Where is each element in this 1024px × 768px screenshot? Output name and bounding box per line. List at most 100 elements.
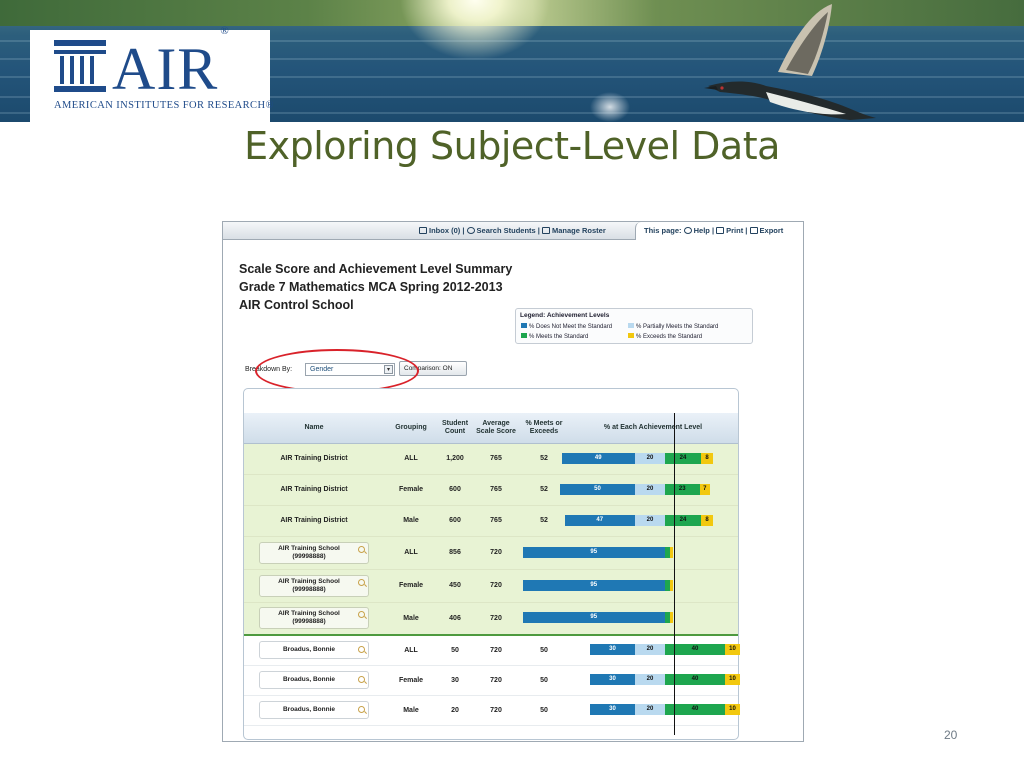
col-grouping[interactable]: Grouping [384, 413, 438, 444]
row-student-count: 1,200 [438, 443, 472, 475]
level-bar-dn: 95 [522, 612, 665, 624]
row-pct-meets: 52 [520, 505, 568, 537]
row-grouping: ALL [384, 635, 438, 666]
row-level-bars: 49 20 24 8 [561, 443, 738, 475]
row-student-count: 856 [438, 536, 472, 570]
print-icon [716, 227, 725, 234]
row-grouping: Male [384, 505, 438, 537]
row-name-cell: Broadus, Bonnie [244, 665, 384, 696]
light-flare [590, 92, 630, 122]
row-level-bars: 95 [522, 602, 738, 636]
row-average-score: 765 [472, 474, 520, 506]
row-student-count: 30 [438, 665, 472, 696]
help-link[interactable]: Help | [683, 226, 714, 235]
achievement-legend: Legend: Achievement Levels % Does Not Me… [515, 308, 753, 344]
export-link[interactable]: Export [749, 226, 783, 235]
row-level-bars: 95 [522, 569, 738, 603]
row-average-score: 765 [472, 505, 520, 537]
magnifier-icon[interactable] [358, 676, 365, 683]
table-row[interactable]: Broadus, Bonnie ALL 50 720 50 30 20 40 10 [244, 635, 740, 666]
table-row[interactable]: AIR Training School(99998888)ALL85672059… [244, 536, 738, 570]
export-icon [749, 227, 758, 234]
magnifier-icon[interactable] [358, 545, 365, 553]
row-name: AIR Training School [278, 544, 340, 552]
col-student-count[interactable]: Student Count [438, 413, 472, 444]
row-average-score: 720 [472, 569, 520, 603]
row-name: AIR Training District [280, 455, 348, 462]
table-row[interactable]: AIR Training District Female 600 765 52 50 20 2… [244, 474, 738, 506]
level-bar-ex: 10 [725, 674, 740, 685]
table-row[interactable]: AIR Training District ALL 1,200 765 52 49 20 24… [244, 443, 738, 475]
highlight-oval [255, 349, 419, 393]
row-student-count: 50 [438, 635, 472, 666]
row-student-count: 600 [438, 505, 472, 537]
row-average-score: 720 [472, 635, 520, 666]
legend-meets: % Meets the Standard [521, 333, 588, 340]
row-name-link[interactable]: AIR Training School (99998888) [259, 574, 369, 597]
summary-table: Name Grouping Student Count Average Scal… [244, 413, 740, 726]
search-students-link[interactable]: Search Students | [466, 226, 540, 235]
page-number: 20 [944, 728, 958, 742]
row-grouping: Female [384, 569, 438, 603]
standard-axis-line [674, 413, 675, 735]
header-banner: AIR® AMERICAN INSTITUTES FOR RESEARCH® [0, 0, 1024, 122]
row-name-link[interactable]: Broadus, Bonnie [259, 671, 369, 689]
row-name-cell: AIR Training School (99998888) [244, 602, 384, 636]
row-name-id: (99998888) [292, 552, 326, 560]
row-student-count: 600 [438, 474, 472, 506]
sun-glare [400, 0, 550, 60]
table-row[interactable]: AIR Training School(99998888)Male4067205… [244, 602, 738, 636]
table-row[interactable]: AIR Training District Male 600 765 52 47 20 24 8 [244, 505, 738, 537]
row-level-bars: 30 20 40 10 [568, 635, 740, 666]
row-level-bars: 47 20 24 8 [564, 505, 738, 537]
level-bar-dn: 50 [560, 483, 635, 495]
level-bar-ex: 10 [725, 644, 740, 656]
logo-wordmark: AIR® [112, 25, 230, 102]
row-grouping: Male [384, 602, 438, 636]
print-link[interactable]: Print | [716, 226, 747, 235]
magnifier-icon[interactable] [358, 611, 365, 619]
row-name-cell: AIR Training School (99998888) [244, 536, 384, 570]
legend-does-not-meet: % Does Not Meet the Standard [521, 323, 612, 330]
level-bar-ex: 7 [699, 483, 710, 495]
level-bar-pm: 20 [635, 644, 665, 656]
col-pct-each-level[interactable]: % at Each Achievement Level [568, 413, 738, 444]
level-bar-ex [669, 546, 673, 558]
inbox-link[interactable]: Inbox (0) | [419, 226, 464, 235]
row-name: AIR Training School [278, 577, 340, 585]
table-row[interactable]: Broadus, Bonnie Male 20 720 50 30 20 40 10 [244, 695, 740, 726]
table-header-row: Name Grouping Student Count Average Scal… [244, 413, 738, 444]
level-bar-ex [669, 579, 673, 591]
level-bar-ex: 8 [701, 452, 713, 464]
row-name-link[interactable]: Broadus, Bonnie [259, 641, 369, 660]
row-name-cell: AIR Training District [244, 505, 384, 537]
level-bar-pm: 20 [635, 704, 665, 715]
table-row[interactable]: Broadus, Bonnie Female 30 720 50 30 20 40 10 [244, 665, 740, 696]
row-name-link[interactable]: Broadus, Bonnie [259, 701, 369, 719]
row-level-bars: 30 20 40 10 [568, 665, 740, 696]
table-row[interactable]: AIR Training School (99998888) Female 450 72… [244, 569, 738, 603]
manage-roster-link[interactable]: Manage Roster [542, 226, 606, 235]
col-average-scale-score[interactable]: Average Scale Score [472, 413, 520, 444]
row-level-bars: 50 20 23 7 [560, 474, 738, 506]
air-logo: AIR® AMERICAN INSTITUTES FOR RESEARCH® [30, 25, 273, 122]
slide-title: Exploring Subject-Level Data [244, 124, 780, 168]
magnifier-icon[interactable] [358, 578, 365, 586]
level-bar-mt: 24 [665, 452, 701, 464]
col-name[interactable]: Name [244, 413, 384, 444]
help-icon [683, 227, 692, 234]
row-name-cell: Broadus, Bonnie [244, 635, 384, 666]
row-name-link[interactable]: AIR Training School (99998888) [259, 607, 369, 630]
level-bar-ex: 10 [725, 704, 740, 715]
row-pct-meets: 50 [520, 635, 568, 666]
level-bar-dn: 47 [564, 514, 635, 526]
row-student-count: 450 [438, 569, 472, 603]
magnifier-icon[interactable] [358, 706, 365, 713]
level-bar-dn: 95 [522, 546, 665, 558]
row-name-cell: AIR Training District [244, 474, 384, 506]
row-grouping: ALL [384, 536, 438, 570]
row-average-score: 720 [472, 536, 520, 570]
col-pct-meets-exceeds[interactable]: % Meets or Exceeds [520, 413, 568, 444]
magnifier-icon[interactable] [358, 646, 365, 654]
row-name-link[interactable]: AIR Training School (99998888) [259, 541, 369, 564]
